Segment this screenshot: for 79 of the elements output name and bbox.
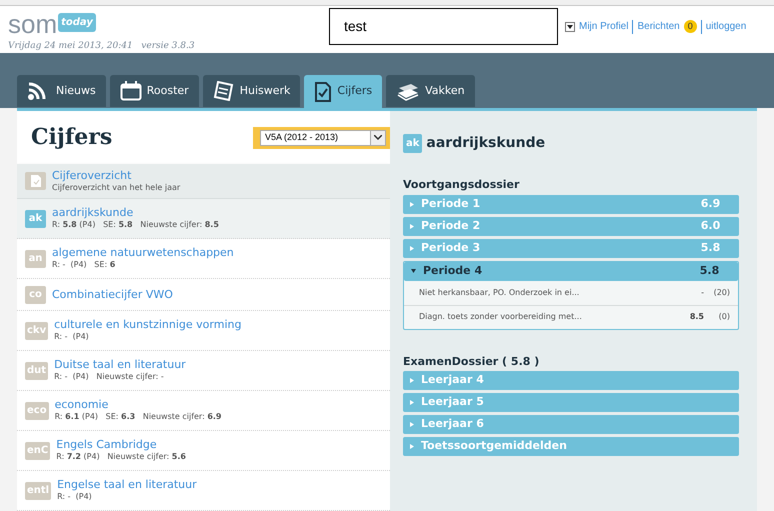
accordion-label: Leerjaar 5 [421, 394, 485, 410]
period-grade: 5.8 [700, 240, 722, 256]
accordion-label: Toetssoortgemiddelden [421, 438, 568, 454]
books-icon [396, 81, 420, 101]
notepad-icon [212, 81, 235, 101]
header-link[interactable]: uitloggen [706, 19, 746, 34]
document-check-icon [25, 172, 46, 190]
accordion-label: Leerjaar 4 [421, 372, 485, 388]
item-title: Cijferoverzicht [52, 168, 132, 182]
subject-name: aardrijkskunde [52, 206, 134, 219]
period-grade: 5.8 [698, 262, 720, 279]
messages-link[interactable]: Berichten [637, 19, 680, 34]
accordion-label: Periode 4 [423, 262, 484, 279]
grade-weight: (0) [718, 311, 730, 323]
chevron-down-icon [370, 130, 385, 145]
subject-heading: aardrijkskunde [426, 134, 546, 153]
caret-right-icon [410, 224, 414, 228]
calendar-icon [120, 81, 142, 101]
section-heading: Voortgangsdossier [403, 177, 520, 193]
section-heading: ExamenDossier ( 5.8 ) [403, 354, 540, 370]
caret-right-icon [410, 246, 414, 250]
subject-name: Engels Cambridge [56, 438, 158, 451]
subject-name: algemene natuurwetenschappen [52, 246, 234, 259]
count-badge: 0 [684, 20, 697, 33]
caret-right-icon [410, 378, 414, 383]
period-grade: 6.9 [700, 196, 722, 212]
subject-grades: R: - (P4) [57, 491, 93, 503]
subject-grades: R: - (P4) Nieuwste cijfer: - [54, 371, 165, 383]
caret-right-icon [410, 202, 414, 206]
subject-code-badge: ak [403, 134, 422, 153]
grade-description: Niet herkansbaar, PO. Onderzoek in ei... [419, 286, 580, 298]
subject-code-badge: entl [25, 482, 52, 500]
caret-right-icon [410, 422, 414, 427]
grade-description: Diagn. toets zonder voorbereiding met... [419, 311, 583, 323]
subject-code-badge: an [25, 250, 46, 268]
subject-name: culturele en kunstzinnige vorming [54, 318, 242, 331]
accordion-label: Leerjaar 6 [421, 416, 485, 432]
subject-grades: R: - (P4) SE: 6 [52, 259, 116, 271]
caret-right-icon [410, 444, 414, 449]
subject-code-badge: ak [25, 210, 46, 228]
accordion-label: Periode 1 [421, 196, 482, 212]
accordion-label: Periode 3 [421, 240, 482, 256]
year-select[interactable]: V5A (2012 - 2013) [260, 130, 386, 146]
subject-code-badge: co [25, 286, 46, 304]
tab[interactable]: Vakken [386, 75, 475, 107]
logo-badge: today [58, 13, 96, 32]
subject-code-badge: enC [25, 442, 50, 460]
text-box: test [329, 8, 558, 45]
subject-code-badge: dut [25, 362, 48, 380]
accordion-label: Periode 2 [421, 218, 482, 234]
tab[interactable]: Huiswerk [202, 75, 300, 107]
header-link[interactable]: Mijn Profiel [579, 19, 628, 34]
accordion-header[interactable]: Periode 4 5.8 [404, 262, 738, 280]
period-grade: 6.0 [700, 218, 722, 234]
subject-name: Combinatiecijfer VWO [52, 288, 173, 301]
subject-name: economie [54, 398, 110, 411]
subject-grades: R: - (P4) [54, 331, 90, 343]
subject-name: Duitse taal en literatuur [54, 358, 186, 371]
grade-weight: (20) [712, 286, 730, 298]
subject-code-badge: eco [25, 402, 49, 420]
tab[interactable]: Rooster [110, 75, 199, 107]
page-title: Cijfers [31, 123, 112, 152]
grade-value: 8.5 [688, 311, 704, 323]
subject-code-badge: ckv [25, 322, 48, 340]
overview-item[interactable]: Cijferoverzicht Cijferoverzicht van het hele jaar [17, 164, 390, 199]
subject-grades: R: 7.2 (P4) Nieuwste cijfer: 5.6 [56, 451, 186, 463]
checked-document-icon [314, 82, 332, 102]
tab[interactable]: Cijfers [304, 75, 382, 108]
tab[interactable]: Nieuws [17, 75, 106, 107]
caret-down-icon [411, 269, 416, 273]
date-version-text: Vrijdag 24 mei 2013, 20:41 versie 3.8.3 [8, 40, 195, 53]
subject-grades: R: 5.8 (P4) SE: 5.8 Nieuwste cijfer: 8.5 [52, 219, 219, 231]
subject-grades: R: 6.1 (P4) SE: 6.3 Nieuwste cijfer: 6.9 [54, 411, 222, 423]
grade-value: - [700, 286, 704, 298]
item-subtitle: Cijferoverzicht van het hele jaar [52, 182, 180, 194]
dropdown-caret-icon[interactable] [565, 22, 575, 32]
subject-name: Engelse taal en literatuur [57, 478, 197, 491]
logo-text: som [8, 10, 58, 38]
caret-right-icon [410, 400, 414, 405]
